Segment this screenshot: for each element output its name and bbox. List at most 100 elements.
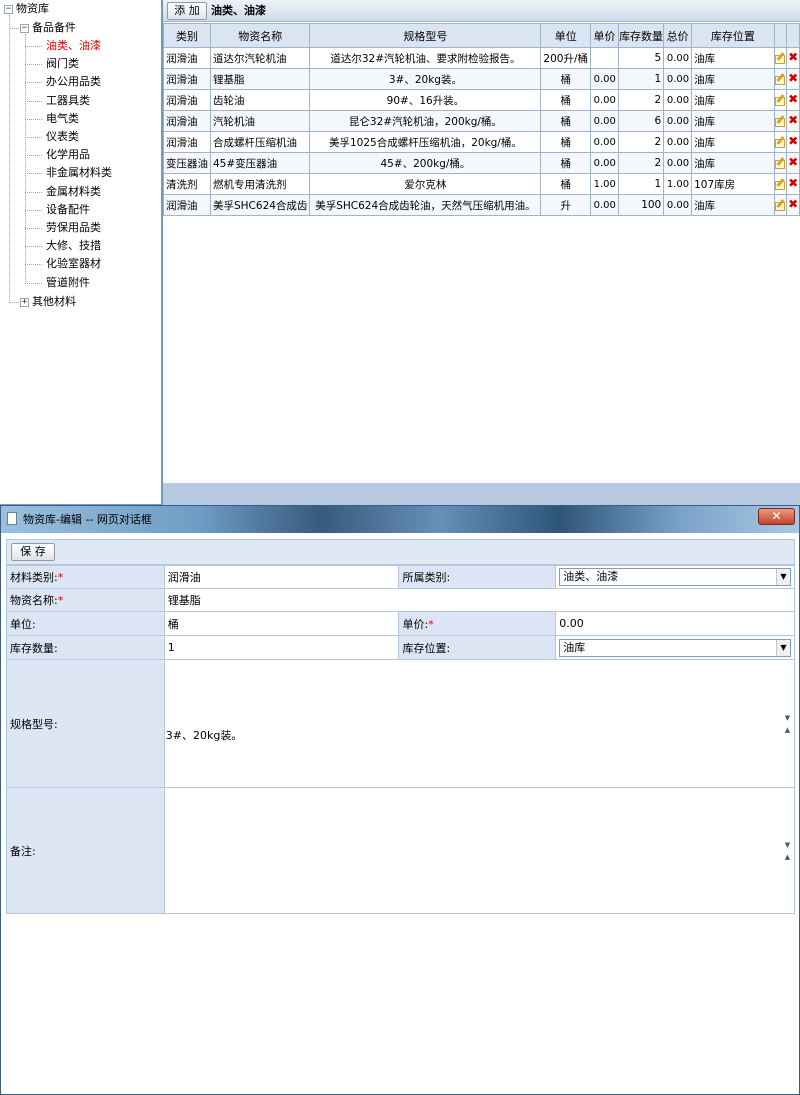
table-row[interactable]: 变压器油 45#变压器油 45#、200kg/桶。桶 0.00 2 0.00 油库 ✖ bbox=[163, 152, 800, 174]
edit-cell bbox=[773, 89, 788, 111]
delete-cell: ✖ bbox=[786, 110, 800, 132]
name-input[interactable]: 锂基脂 bbox=[163, 588, 796, 612]
tree-line bbox=[25, 209, 42, 211]
table-cell: 200升/桶 bbox=[540, 47, 592, 69]
stock-input[interactable]: 1 bbox=[163, 635, 400, 660]
delete-cell: ✖ bbox=[786, 173, 800, 195]
dialog-titlebar[interactable]: 物资库-编辑 -- 网页对话框 ✕ bbox=[1, 506, 799, 533]
delete-icon[interactable]: ✖ bbox=[788, 93, 798, 105]
location-label: 库存位置: bbox=[398, 635, 557, 660]
delete-icon[interactable]: ✖ bbox=[788, 198, 798, 210]
column-header[interactable]: 类别 bbox=[163, 23, 211, 48]
material-type-input[interactable]: 润滑油 bbox=[163, 565, 400, 589]
table-cell: 0.00 bbox=[590, 89, 619, 111]
tree-node-child[interactable]: 非金属材料类 bbox=[46, 165, 112, 181]
tree-node-group[interactable]: 备品备件 bbox=[32, 20, 76, 36]
table-cell: 0.00 bbox=[663, 152, 693, 174]
tree-expander-icon[interactable]: − bbox=[20, 24, 29, 33]
delete-icon[interactable]: ✖ bbox=[788, 177, 798, 189]
table-cell: 0.00 bbox=[663, 47, 693, 69]
tree-line bbox=[25, 82, 42, 84]
table-cell: 0.00 bbox=[590, 110, 619, 132]
edit-icon[interactable] bbox=[775, 115, 786, 127]
table-cell: 3#、20kg装。 bbox=[309, 68, 542, 90]
column-header[interactable]: 总价 bbox=[663, 23, 693, 48]
add-button[interactable]: 添 加 bbox=[167, 2, 207, 20]
remark-cell: ▲ ▼ bbox=[163, 787, 796, 914]
edit-icon[interactable] bbox=[775, 178, 786, 190]
tree-node-child[interactable]: 化学用品 bbox=[46, 147, 90, 163]
remark-label: 备注: bbox=[6, 787, 165, 914]
tree-node-child[interactable]: 仪表类 bbox=[46, 129, 79, 145]
table-header-row: 类别 物资名称 规格型号 单位 单价 库存数量 总价 库存位置 bbox=[163, 23, 800, 48]
scroll-down-icon[interactable]: ▼ bbox=[781, 712, 794, 724]
delete-cell: ✖ bbox=[786, 194, 800, 216]
tree-node-child[interactable]: 化验室器材 bbox=[46, 256, 101, 272]
scroll-up-icon[interactable]: ▲ bbox=[781, 724, 794, 736]
chevron-down-icon[interactable]: ▼ bbox=[776, 639, 790, 656]
tree-node-child[interactable]: 设备配件 bbox=[46, 202, 90, 218]
tree-node-child[interactable]: 金属材料类 bbox=[46, 184, 101, 200]
column-header[interactable]: 规格型号 bbox=[309, 23, 542, 48]
edit-icon[interactable] bbox=[775, 73, 786, 85]
tree-node-root[interactable]: 物资库 bbox=[16, 1, 49, 17]
delete-cell: ✖ bbox=[786, 131, 800, 153]
tree-node-child[interactable]: 油类、油漆 bbox=[46, 38, 101, 54]
column-header[interactable]: 库存数量 bbox=[617, 23, 665, 48]
location-select[interactable]: 油库 ▼ bbox=[559, 638, 791, 657]
table-row[interactable]: 润滑油 齿轮油 90#、16升装。桶 0.00 2 0.00 油库 ✖ bbox=[163, 89, 800, 111]
delete-icon[interactable]: ✖ bbox=[788, 114, 798, 126]
tree-node-child[interactable]: 工器具类 bbox=[46, 93, 90, 109]
edit-icon[interactable] bbox=[775, 52, 786, 64]
tree-node-child[interactable]: 办公用品类 bbox=[46, 74, 101, 90]
tree-expander-icon[interactable]: − bbox=[4, 5, 13, 14]
delete-cell: ✖ bbox=[786, 68, 800, 90]
scroll-down-icon[interactable]: ▼ bbox=[781, 839, 794, 851]
table-cell: 清洗剂 bbox=[163, 173, 211, 195]
tree-node-other[interactable]: 其他材料 bbox=[32, 294, 76, 310]
chevron-down-icon[interactable]: ▼ bbox=[776, 569, 790, 585]
dialog-toolbar: 保 存 bbox=[6, 539, 795, 565]
tree-node-child[interactable]: 电气类 bbox=[46, 111, 79, 127]
tree-line bbox=[9, 15, 10, 303]
delete-icon[interactable]: ✖ bbox=[788, 51, 798, 63]
tree-node-child[interactable]: 阀门类 bbox=[46, 56, 79, 72]
column-header[interactable]: 单价 bbox=[590, 23, 619, 48]
delete-icon[interactable]: ✖ bbox=[788, 72, 798, 84]
tree-node-child[interactable]: 劳保用品类 bbox=[46, 220, 101, 236]
edit-icon[interactable] bbox=[775, 199, 786, 211]
table-row[interactable]: 润滑油 合成螺杆压缩机油 美孚1025合成螺杆压缩机油，20kg/桶。桶 0.00 2 0… bbox=[163, 131, 800, 153]
category-select[interactable]: 油类、油漆 ▼ bbox=[559, 568, 791, 586]
column-header[interactable]: 单位 bbox=[540, 23, 592, 48]
edit-icon[interactable] bbox=[775, 94, 786, 106]
scroll-up-icon[interactable]: ▲ bbox=[781, 851, 794, 863]
table-row[interactable]: 清洗剂 燃机专用清洗剂 爱尔克林桶 1.00 1 1.00 107库房 ✖ bbox=[163, 173, 800, 195]
edit-icon[interactable] bbox=[775, 157, 786, 169]
table-row[interactable]: 润滑油 锂基脂 3#、20kg装。桶 0.00 1 0.00 油库 ✖ bbox=[163, 68, 800, 90]
column-header[interactable]: 物资名称 bbox=[209, 23, 311, 48]
unit-input[interactable]: 桶 bbox=[163, 611, 400, 636]
column-header[interactable]: 库存位置 bbox=[691, 23, 775, 48]
tree-expander-icon[interactable]: + bbox=[20, 298, 29, 307]
delete-icon[interactable]: ✖ bbox=[788, 135, 798, 147]
table-cell: 1 bbox=[617, 68, 665, 90]
stock-label: 库存数量: bbox=[6, 635, 165, 660]
edit-icon[interactable] bbox=[775, 136, 786, 148]
table-cell: 桶 bbox=[540, 68, 592, 90]
tree-line bbox=[25, 191, 42, 193]
tree-node-child[interactable]: 管道附件 bbox=[46, 275, 90, 291]
save-button[interactable]: 保 存 bbox=[11, 543, 55, 561]
table-cell: 0.00 bbox=[590, 194, 619, 216]
tree-line bbox=[25, 118, 42, 120]
table-cell: 桶 bbox=[540, 152, 592, 174]
close-button[interactable]: ✕ bbox=[758, 508, 795, 525]
required-mark: * bbox=[57, 594, 64, 607]
table-cell: 2 bbox=[617, 131, 665, 153]
table-row[interactable]: 润滑油 道达尔汽轮机油 道达尔32#汽轮机油、要求附检验报告。 200升/桶 5 0.00… bbox=[163, 47, 800, 69]
table-row[interactable]: 润滑油 汽轮机油 昆仑32#汽轮机油，200kg/桶。桶 0.00 6 0.00 油库 ✖ bbox=[163, 110, 800, 132]
delete-icon[interactable]: ✖ bbox=[788, 156, 798, 168]
price-input[interactable]: 0.00 bbox=[555, 611, 795, 636]
table-row[interactable]: 润滑油 美孚SHC624合成齿 美孚SHC624合成齿轮油，天然气压缩机用油。升 0.… bbox=[163, 194, 800, 216]
spec-cell: 3#、20kg装。 ▲ ▼ bbox=[163, 659, 796, 788]
tree-node-child[interactable]: 大修、技措 bbox=[46, 238, 101, 254]
